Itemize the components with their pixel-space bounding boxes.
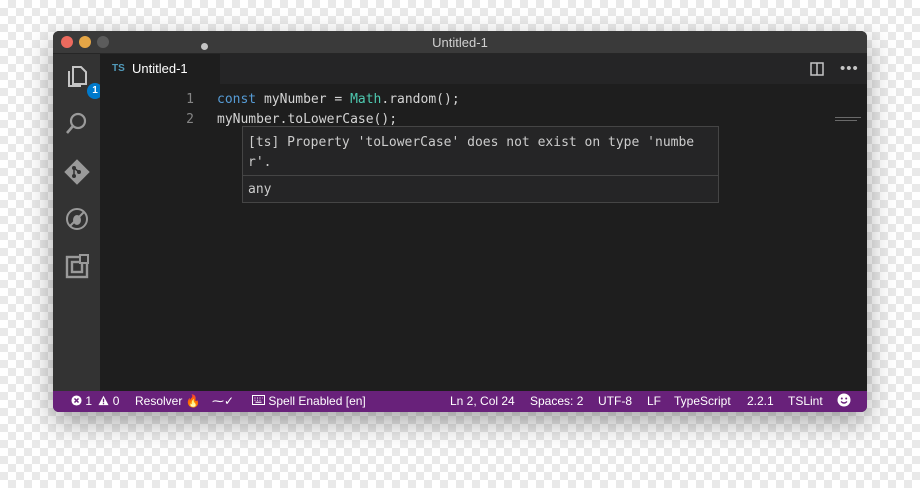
typescript-version[interactable]: 2.2.1 [747,394,774,408]
code-token: .random(); [381,92,460,107]
hover-type-info: any [248,182,272,197]
activity-bar: 1 [53,54,103,391]
window-title: Untitled-1 [432,35,488,50]
problems-indicator[interactable]: 1 0 [71,394,119,408]
hover-tooltip: [ts] Property 'toLowerCase' does not exi… [242,126,719,203]
line-number: 1 [186,92,194,107]
hover-divider [243,175,718,176]
pulse-check-icon[interactable]: ⁓✓ [212,394,234,408]
typescript-file-icon: TS [112,63,125,74]
title-bar: Untitled-1 [53,31,867,54]
editor-window: Untitled-1 1 TS Untitled-1 ••• 1 2 const… [53,31,867,412]
type-token: Math [350,92,382,107]
eol-setting[interactable]: LF [647,394,661,408]
code-line-2[interactable]: myNumber.toLowerCase(); [217,112,397,127]
more-actions-icon[interactable]: ••• [840,61,859,76]
keyboard-icon [252,395,265,405]
resolver-item[interactable]: Resolver 🔥 [135,394,201,408]
minimap[interactable] [835,117,865,123]
warning-count: 0 [112,394,120,408]
error-count: 1 [85,394,93,408]
tab-bar: TS Untitled-1 [100,54,867,84]
encoding-setting[interactable]: UTF-8 [598,394,632,408]
source-control-icon[interactable] [64,159,90,185]
explorer-icon[interactable]: 1 [64,64,103,99]
code-token: (); [373,112,398,127]
tab-title: Untitled-1 [132,61,188,76]
hover-error-message: [ts] Property 'toLowerCase' does not exi… [248,135,695,170]
debug-icon[interactable] [64,206,90,232]
tab-untitled-1[interactable]: TS Untitled-1 [100,54,220,84]
error-squiggle-token: toLowerCase [287,112,374,127]
extensions-icon[interactable] [64,254,90,280]
cursor-position[interactable]: Ln 2, Col 24 [450,394,515,408]
feedback-smiley-icon[interactable] [837,393,851,410]
code-token: myNumber = [256,92,351,107]
flame-icon: 🔥 [185,394,201,408]
spell-label: Spell Enabled [en] [268,394,366,408]
language-mode[interactable]: TypeScript [674,394,731,408]
unsaved-dot-icon[interactable] [201,43,208,50]
indentation-setting[interactable]: Spaces: 2 [530,394,583,408]
status-bar: 1 0 Resolver 🔥 ⁓✓ Spell Enabled [en] Ln … [53,391,867,412]
code-line-1[interactable]: const myNumber = Math.random(); [217,92,460,107]
warning-icon [98,395,109,406]
spell-check-item[interactable]: Spell Enabled [en] [252,394,366,408]
error-icon [71,395,82,406]
line-number: 2 [186,112,194,127]
code-token: myNumber. [217,112,288,127]
resolver-label: Resolver [135,394,183,408]
tslint-status[interactable]: TSLint [788,394,823,408]
keyword-token: const [217,92,257,107]
search-icon[interactable] [64,111,90,137]
split-editor-icon[interactable] [810,62,824,81]
